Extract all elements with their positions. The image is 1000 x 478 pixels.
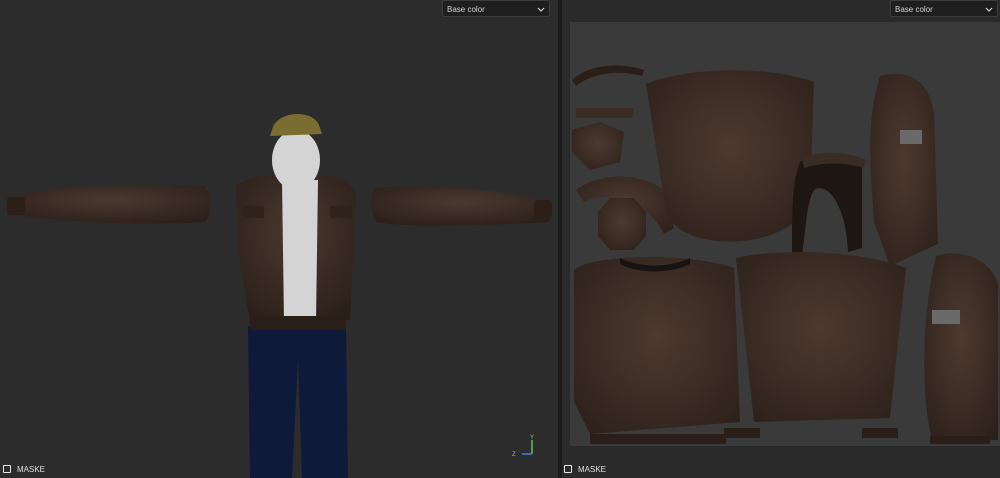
uv-pocket-2	[932, 310, 960, 324]
axis-z-label: Z	[512, 452, 516, 458]
3d-viewport[interactable]: Base color Y Z MASKE	[0, 0, 558, 478]
uv-viewport[interactable]: Base color MASKE	[562, 0, 1000, 478]
uv-waistband-4	[930, 436, 990, 444]
uv-collar	[792, 154, 862, 254]
shirt	[282, 180, 318, 322]
jacket-right-sleeve	[371, 186, 553, 226]
character-model[interactable]	[0, 0, 558, 478]
right-cuff	[534, 200, 552, 218]
jeans	[248, 326, 348, 478]
jacket-waistband	[250, 316, 346, 330]
view-mode-label: Base color	[895, 5, 933, 14]
mask-toggle-right[interactable]: MASKE	[564, 463, 606, 475]
left-cuff	[7, 197, 25, 215]
uv-strip	[576, 108, 634, 118]
uv-back-bottom	[736, 252, 906, 422]
uv-waistband-2	[724, 428, 760, 438]
axis-gizmo-icon: Y Z	[512, 435, 534, 458]
uv-pocket	[900, 130, 922, 144]
view-mode-dropdown-right[interactable]: Base color	[890, 0, 998, 17]
uv-cap-piece	[572, 122, 624, 170]
uv-collar-strip	[572, 65, 644, 86]
jacket-left-sleeve	[8, 184, 211, 224]
uv-front-left	[574, 256, 740, 434]
view-mode-dropdown-left[interactable]: Base color	[442, 0, 550, 17]
checkbox-icon	[564, 465, 572, 473]
uv-waistband-3	[862, 428, 898, 438]
chevron-down-icon	[985, 7, 993, 12]
uv-front-right	[870, 73, 938, 266]
checkbox-icon	[3, 465, 11, 473]
right-pocket	[330, 206, 352, 218]
mask-label: MASKE	[17, 464, 46, 474]
uv-back-panel	[646, 70, 814, 242]
head	[272, 130, 320, 190]
uv-front-right-bottom	[924, 253, 998, 440]
left-pocket	[242, 206, 264, 218]
axis-y-label: Y	[530, 435, 534, 441]
mask-label: MASKE	[578, 464, 607, 474]
mask-toggle-left[interactable]: MASKE	[3, 463, 45, 475]
chevron-down-icon	[537, 7, 545, 12]
view-mode-label: Base color	[447, 5, 485, 14]
uv-islands	[572, 65, 998, 444]
uv-texture-canvas[interactable]	[570, 22, 1000, 446]
cap	[270, 113, 322, 136]
uv-waistband-1	[590, 434, 726, 444]
uv-octagon-piece	[598, 198, 646, 250]
